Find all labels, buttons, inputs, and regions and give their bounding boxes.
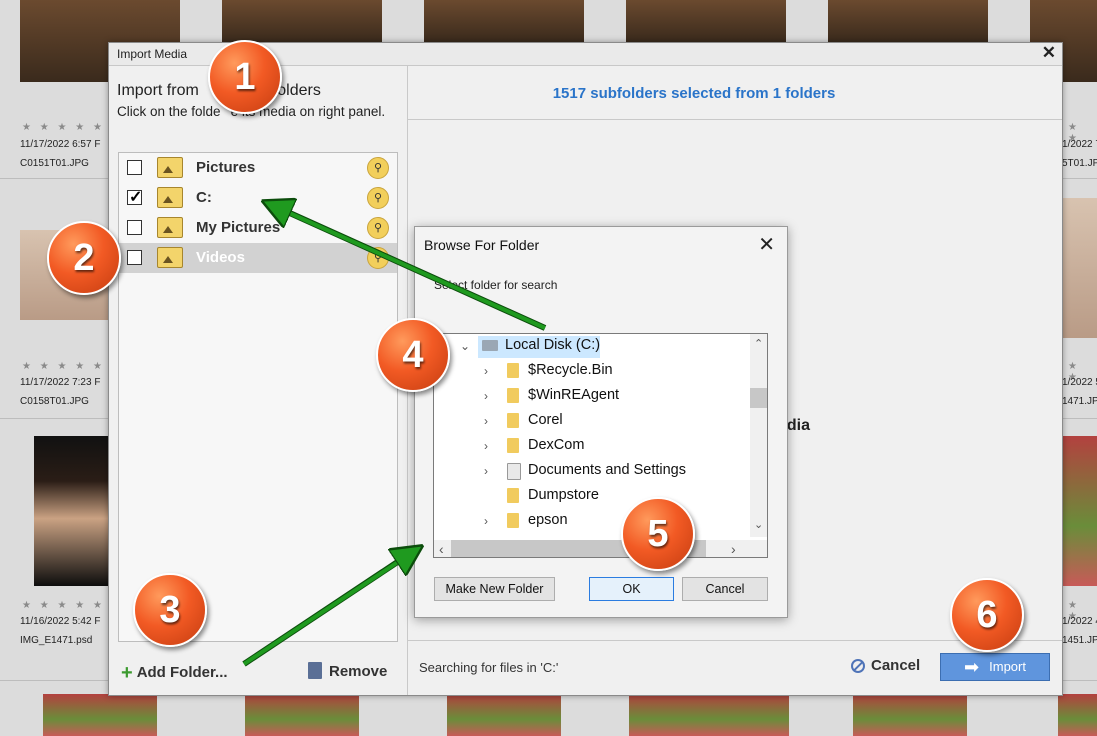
step-callout-3: 3 xyxy=(133,573,207,647)
step-callout-5: 5 xyxy=(621,497,695,571)
step-callout-2: 2 xyxy=(47,221,121,295)
step-callout-6: 6 xyxy=(950,578,1024,652)
arrow-to-c-drive xyxy=(276,207,546,330)
step-callout-1: 1 xyxy=(208,40,282,114)
arrow-to-browse-dialog xyxy=(242,554,410,666)
step-callout-4: 4 xyxy=(376,318,450,392)
